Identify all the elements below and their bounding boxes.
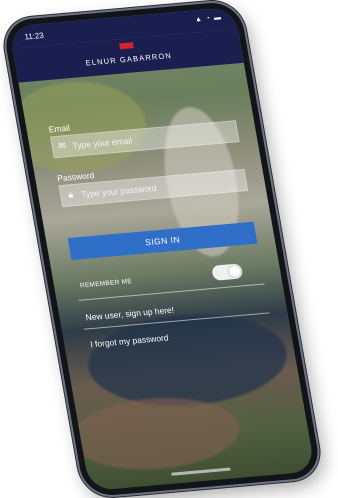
remember-me-label: REMEMBER ME <box>79 278 133 290</box>
brand-logo-icon <box>118 42 134 50</box>
sign-in-button[interactable]: SIGN IN <box>67 221 258 261</box>
home-indicator[interactable] <box>171 467 231 476</box>
status-time: 11:23 <box>23 30 45 42</box>
email-placeholder: Type your email <box>71 135 133 151</box>
remember-me-toggle[interactable] <box>211 263 244 281</box>
password-placeholder: Type your password <box>80 182 158 200</box>
password-label: Password <box>56 170 96 184</box>
email-label: Email <box>47 122 71 135</box>
lock-icon: 🔒︎ <box>67 189 74 200</box>
mail-icon: ✉ <box>57 140 67 151</box>
product-scene: 11:23 ▲ ◔ ▬ ELNUR GABARRON Email ✉ Type … <box>0 0 338 498</box>
brand-name: ELNUR GABARRON <box>84 50 173 68</box>
toggle-knob <box>228 265 242 278</box>
background-photo-jeans <box>80 306 295 414</box>
app-screen: 11:23 ▲ ◔ ▬ ELNUR GABARRON Email ✉ Type … <box>8 6 316 492</box>
signal-wifi-battery-icon: ▲ ◔ ▬ <box>194 14 223 24</box>
background-photo-blanket <box>65 391 246 476</box>
smartphone: 11:23 ▲ ◔ ▬ ELNUR GABARRON Email ✉ Type … <box>1 0 323 498</box>
